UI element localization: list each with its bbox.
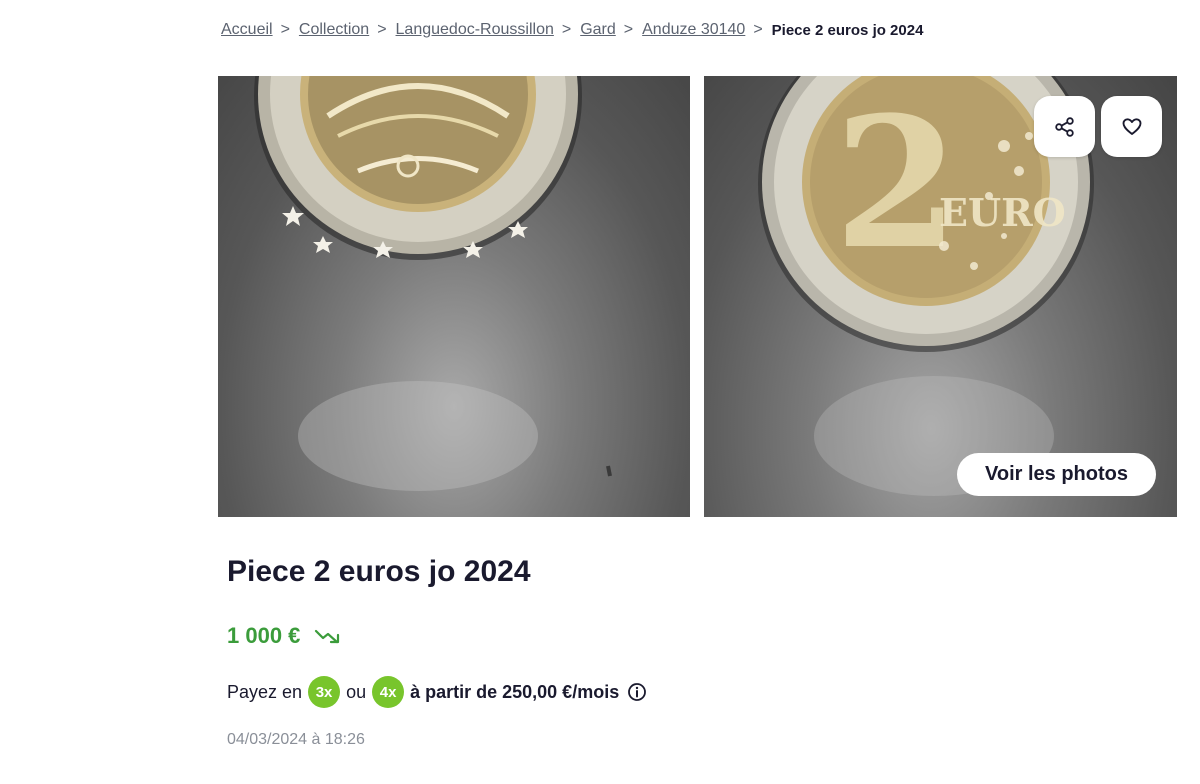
share-button[interactable] — [1034, 96, 1095, 157]
listing-date: 04/03/2024 à 18:26 — [227, 731, 365, 748]
price-row: 1 000 € — [227, 620, 342, 652]
breadcrumb-link-department[interactable]: Gard — [580, 21, 616, 39]
breadcrumb-current: Piece 2 euros jo 2024 — [771, 21, 924, 39]
heart-icon — [1122, 117, 1141, 135]
breadcrumb-link-accueil[interactable]: Accueil — [221, 21, 273, 39]
payment-options: Payez en 3x ou 4x à partir de 250,00 €/m… — [227, 676, 647, 708]
breadcrumb-separator: > — [561, 21, 572, 38]
view-photos-button[interactable]: Voir les photos — [957, 453, 1156, 496]
breadcrumb-separator: > — [377, 21, 387, 38]
svg-text:2: 2 — [834, 78, 959, 289]
payment-amount: à partir de 250,00 €/mois — [410, 681, 620, 702]
breadcrumb: Accueil > Collection > Languedoc-Roussil… — [221, 19, 923, 41]
info-icon[interactable] — [627, 682, 647, 702]
breadcrumb-link-collection[interactable]: Collection — [299, 21, 369, 39]
trend-down-icon — [315, 629, 340, 644]
coin-image-front — [254, 76, 612, 491]
favorite-button[interactable] — [1101, 96, 1162, 157]
breadcrumb-separator: > — [623, 21, 634, 38]
payment-connector: ou — [346, 681, 367, 702]
listing-title: Piece 2 euros jo 2024 — [227, 555, 531, 588]
share-icon — [1054, 116, 1074, 137]
breadcrumb-separator: > — [753, 21, 763, 38]
listing-photo-1[interactable] — [218, 76, 690, 517]
breadcrumb-separator: > — [280, 21, 290, 38]
breadcrumb-link-city[interactable]: Anduze 30140 — [642, 21, 745, 39]
payment-3x-badge: 3x — [308, 676, 341, 708]
listing-price: 1 000 € — [227, 623, 301, 648]
svg-text:EURO: EURO — [939, 190, 1066, 235]
breadcrumb-link-region[interactable]: Languedoc-Roussillon — [396, 21, 554, 39]
payment-prefix: Payez en — [227, 681, 303, 702]
payment-4x-badge: 4x — [372, 676, 405, 708]
